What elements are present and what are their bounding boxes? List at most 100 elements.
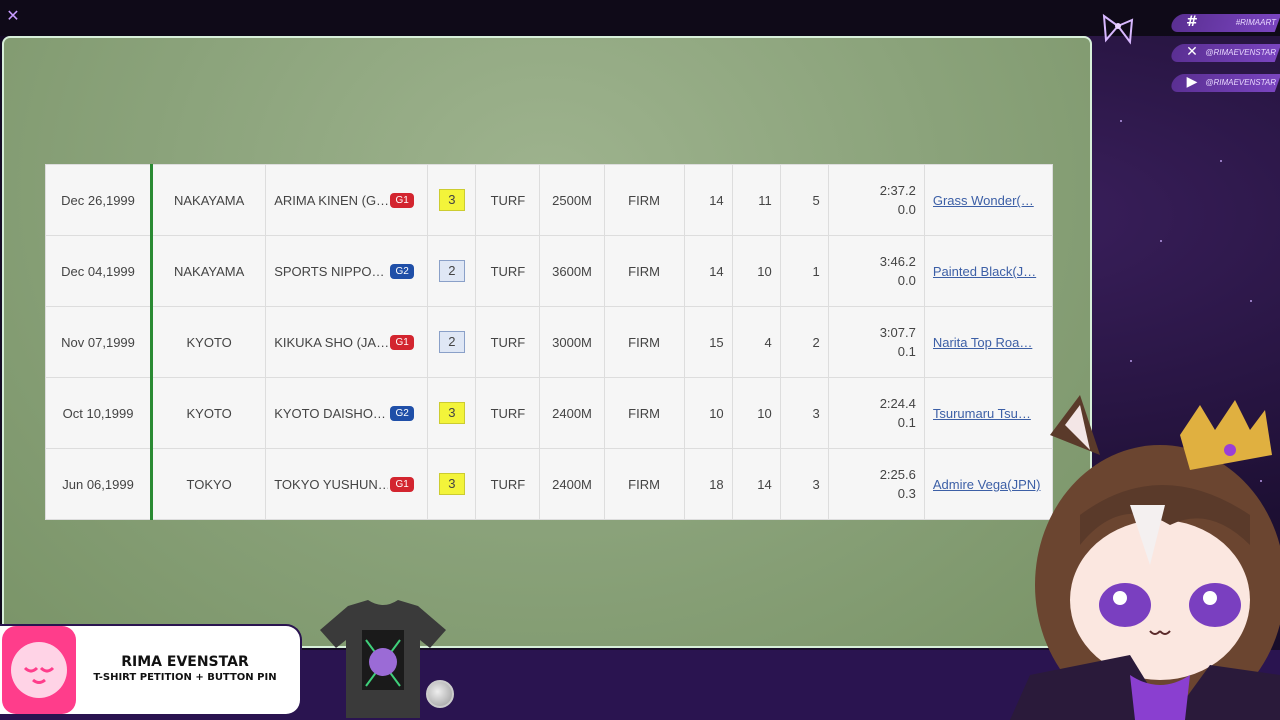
popularity: 3: [779, 448, 829, 520]
button-pin: [426, 680, 454, 708]
streamer-name: RIMA EVENSTAR: [121, 654, 249, 670]
table-row: Dec 26,1999 NAKAYAMA ARIMA KINEN (G… G1 3 TUR…: [44, 164, 1054, 236]
popularity: 5: [779, 164, 829, 236]
merch-subtitle: T-SHIRT PETITION + BUTTON PIN: [93, 672, 277, 683]
field-size: 14: [683, 235, 733, 307]
finish-place-badge: 3: [438, 473, 465, 495]
grade-badge: G2: [390, 406, 415, 422]
social-row-x[interactable]: ✕ @RIMAEVENSTAR: [1168, 38, 1280, 66]
winner-cell: Grass Wonder(…: [923, 164, 1054, 236]
time-margin: 0.1: [897, 344, 916, 359]
top-bar: [0, 0, 1280, 36]
social-row-youtube[interactable]: ▶ @RIMAEVENSTAR: [1168, 68, 1280, 96]
race-cell: KIKUKA SHO (JA… G1: [265, 306, 429, 378]
shared-screen: Dec 26,1999 NAKAYAMA ARIMA KINEN (G… G1 3 TUR…: [2, 36, 1092, 648]
finish-place-badge: 3: [438, 402, 465, 424]
close-icon[interactable]: ✕: [6, 6, 20, 26]
winner-cell: Painted Black(J…: [923, 235, 1054, 307]
finish-place-badge: 3: [438, 189, 465, 211]
grade-badge: G2: [390, 264, 415, 280]
distance: 2400M: [539, 448, 605, 520]
table-row: Jun 06,1999 TOKYO TOKYO YUSHUN… G1 3 TURF 2400…: [44, 448, 1054, 520]
venue: KYOTO: [151, 306, 267, 378]
youtube-icon: ▶: [1186, 74, 1198, 90]
surface: TURF: [475, 306, 541, 378]
gate-number: 10: [731, 377, 781, 449]
finish-place-badge: 2: [438, 331, 465, 353]
race-cell: ARIMA KINEN (G… G1: [265, 164, 429, 236]
time-margin: 0.0: [897, 202, 916, 217]
race-name[interactable]: SPORTS NIPPO…: [274, 264, 388, 279]
time-margin: 0.1: [897, 415, 916, 430]
finish-time: 3:46.2: [879, 254, 916, 269]
time-cell: 3:46.2 0.0: [827, 235, 925, 307]
place-cell: 2: [427, 306, 477, 378]
gate-number: 11: [731, 164, 781, 236]
track-condition: FIRM: [603, 448, 685, 520]
field-size: 15: [683, 306, 733, 378]
race-name[interactable]: TOKYO YUSHUN…: [274, 477, 388, 492]
time-margin: 0.0: [897, 273, 916, 288]
grade-badge: G1: [390, 335, 415, 351]
field-size: 10: [683, 377, 733, 449]
track-condition: FIRM: [603, 164, 685, 236]
race-cell: KYOTO DAISHO… G2: [265, 377, 429, 449]
popularity: 1: [779, 235, 829, 307]
finish-time: 2:25.6: [879, 467, 916, 482]
finish-place-badge: 2: [438, 260, 465, 282]
time-margin: 0.3: [897, 486, 916, 501]
race-name[interactable]: ARIMA KINEN (G…: [274, 193, 388, 208]
hashtag-icon: #: [1186, 14, 1198, 30]
table-row: Nov 07,1999 KYOTO KIKUKA SHO (JA… G1 2 TURF 30…: [44, 306, 1054, 378]
social-row-hashtag[interactable]: # #RIMAART: [1168, 8, 1280, 36]
gate-number: 4: [731, 306, 781, 378]
time-cell: 2:37.2 0.0: [827, 164, 925, 236]
track-condition: FIRM: [603, 377, 685, 449]
time-cell: 2:25.6 0.3: [827, 448, 925, 520]
surface: TURF: [475, 448, 541, 520]
race-results-table: Dec 26,1999 NAKAYAMA ARIMA KINEN (G… G1 3 TUR…: [44, 164, 1054, 520]
place-cell: 3: [427, 448, 477, 520]
venue: TOKYO: [151, 448, 267, 520]
surface: TURF: [475, 235, 541, 307]
popularity: 3: [779, 377, 829, 449]
social-handle: @RIMAEVENSTAR: [1205, 78, 1276, 87]
track-condition: FIRM: [603, 306, 685, 378]
time-cell: 3:07.7 0.1: [827, 306, 925, 378]
social-handle: #RIMAART: [1235, 18, 1276, 27]
winner-link[interactable]: Grass Wonder(…: [933, 193, 1043, 208]
popularity: 2: [779, 306, 829, 378]
race-date: Dec 26,1999: [44, 164, 154, 236]
field-size: 18: [683, 448, 733, 520]
grade-badge: G1: [390, 193, 415, 209]
distance: 3600M: [539, 235, 605, 307]
gate-number: 10: [731, 235, 781, 307]
social-handle: @RIMAEVENSTAR: [1205, 48, 1276, 57]
venue: KYOTO: [151, 377, 267, 449]
race-name[interactable]: KIKUKA SHO (JA…: [274, 335, 388, 350]
finish-time: 2:37.2: [879, 183, 916, 198]
distance: 2500M: [539, 164, 605, 236]
winner-link[interactable]: Painted Black(J…: [933, 264, 1043, 279]
place-cell: 3: [427, 164, 477, 236]
surface: TURF: [475, 164, 541, 236]
race-name[interactable]: KYOTO DAISHO…: [274, 406, 388, 421]
grade-badge: G1: [390, 477, 415, 493]
race-date: Dec 04,1999: [44, 235, 154, 307]
distance: 3000M: [539, 306, 605, 378]
surface: TURF: [475, 377, 541, 449]
winner-link[interactable]: Narita Top Roa…: [933, 335, 1043, 350]
field-size: 14: [683, 164, 733, 236]
race-date: Jun 06,1999: [44, 448, 154, 520]
track-condition: FIRM: [603, 235, 685, 307]
venue: NAKAYAMA: [151, 235, 267, 307]
finish-time: 2:24.4: [879, 396, 916, 411]
race-date: Nov 07,1999: [44, 306, 154, 378]
distance: 2400M: [539, 377, 605, 449]
venue: NAKAYAMA: [151, 164, 267, 236]
avatar-bubble: [2, 626, 76, 714]
winner-cell: Narita Top Roa…: [923, 306, 1054, 378]
race-cell: SPORTS NIPPO… G2: [265, 235, 429, 307]
social-links: # #RIMAART ✕ @RIMAEVENSTAR ▶ @RIMAEVENST…: [1168, 8, 1280, 98]
place-cell: 2: [427, 235, 477, 307]
